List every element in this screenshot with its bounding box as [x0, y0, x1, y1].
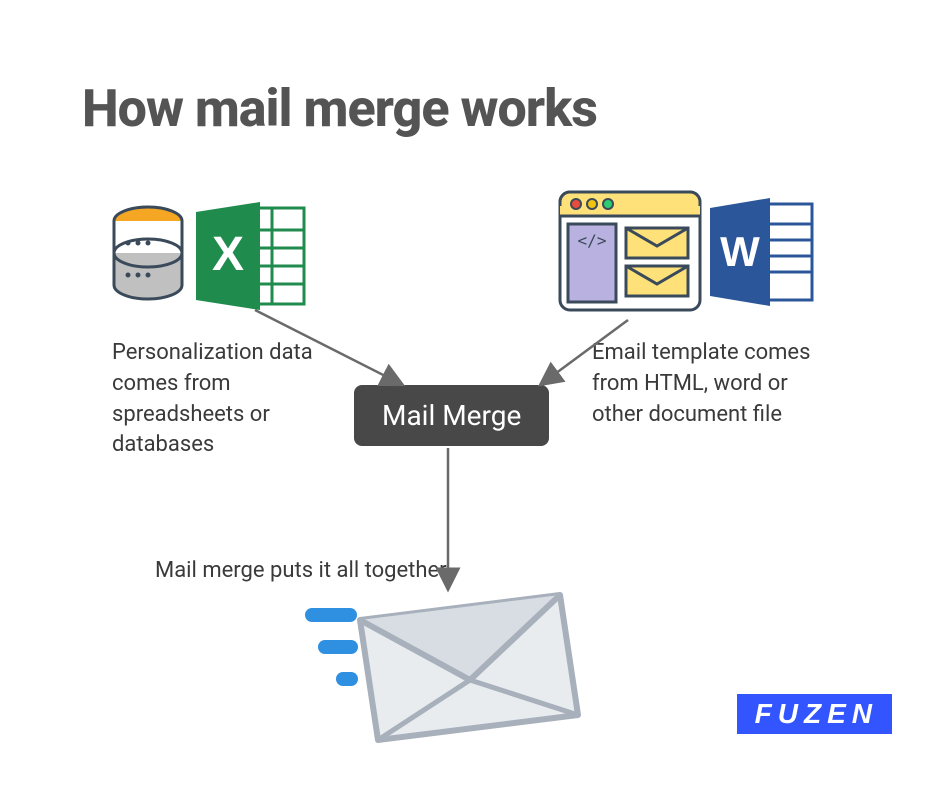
data-source-label: Personalization data comes from spreadsh… — [112, 338, 332, 461]
fuzen-logo: FUZEN — [737, 694, 892, 734]
database-icon — [114, 207, 182, 299]
svg-text:</>: </> — [578, 231, 607, 250]
excel-icon: X — [196, 202, 304, 310]
excel-letter: X — [212, 228, 244, 281]
envelope-icon — [300, 580, 590, 760]
data-source-group: X — [110, 198, 320, 318]
template-source-label: Email template comes from HTML, word or … — [592, 338, 812, 430]
page-title: How mail merge works — [82, 78, 597, 139]
html-window-icon: </> — [560, 192, 700, 310]
word-letter: W — [720, 228, 760, 275]
mail-merge-box: Mail Merge — [354, 385, 549, 446]
word-icon: W — [710, 198, 812, 306]
template-source-group: </> W — [558, 190, 818, 320]
